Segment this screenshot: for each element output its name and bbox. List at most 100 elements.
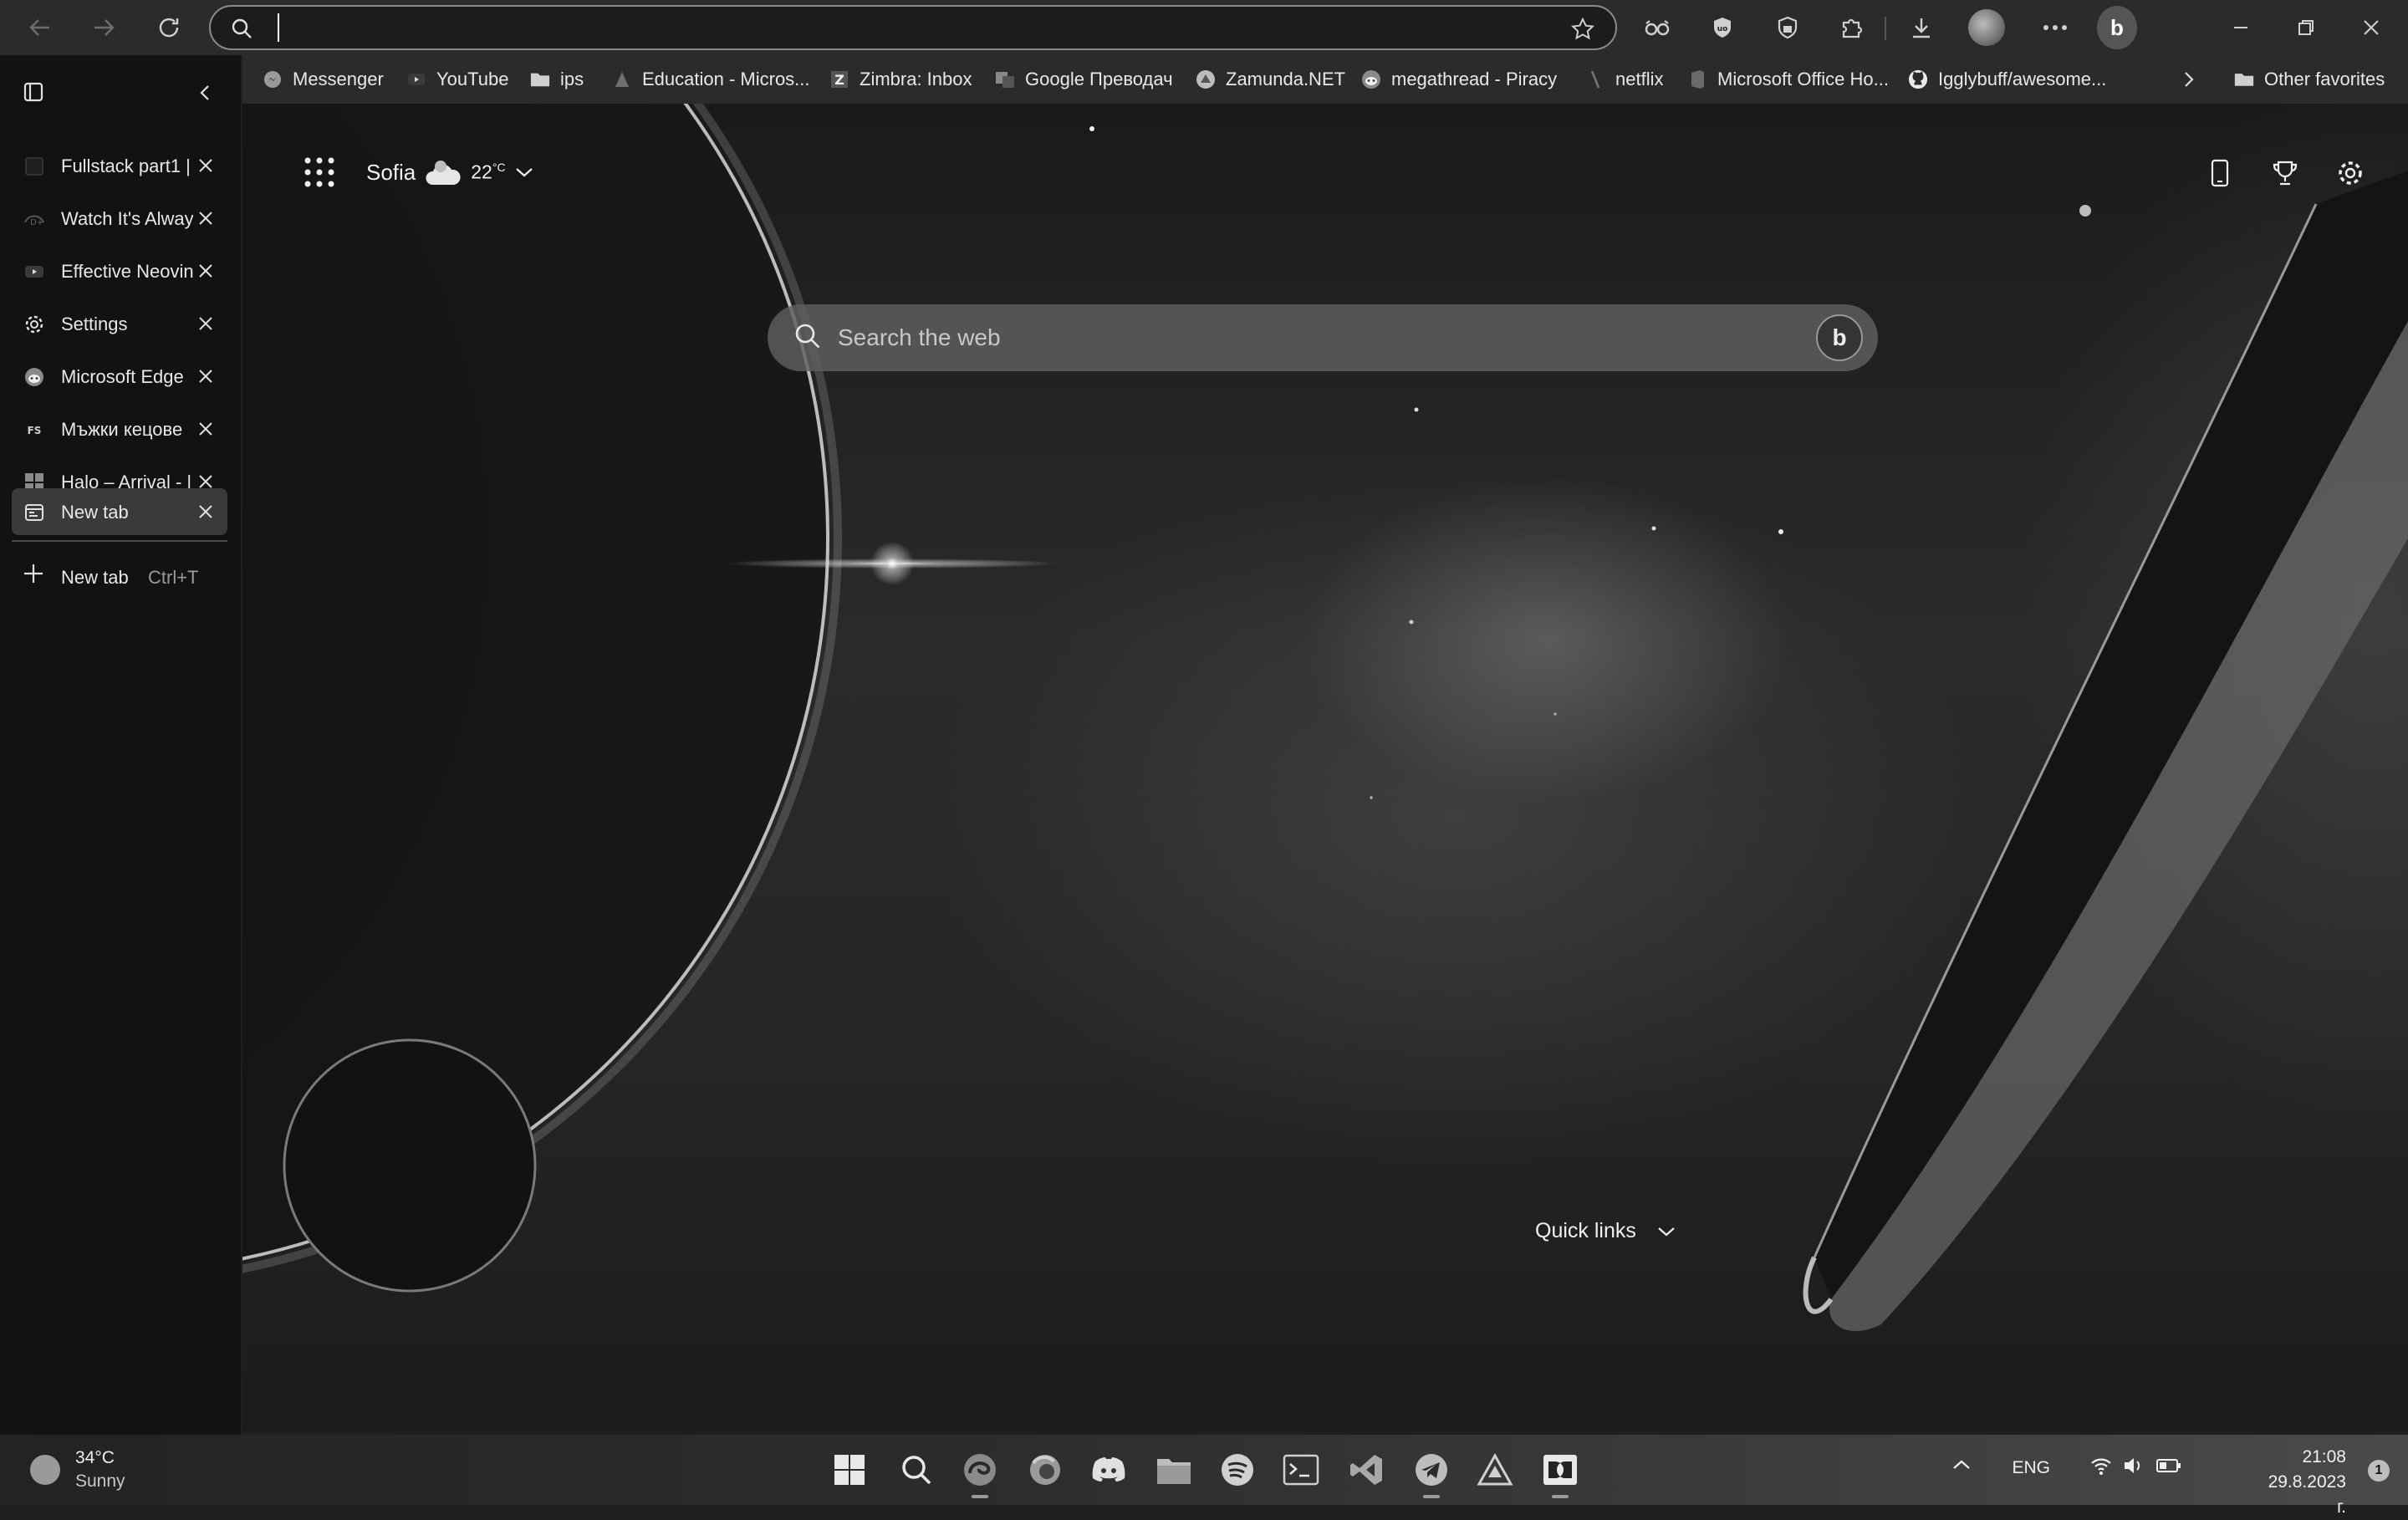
restore-button[interactable] [2286,8,2326,48]
taskbar-firefox[interactable] [1025,1450,1065,1490]
tab-fullstack[interactable]: Fullstack part1 | [12,142,227,189]
web-search-box[interactable]: Search the web b [768,304,1878,371]
address-input[interactable] [278,13,1532,42]
favorite-zamunda[interactable]: Zamunda.NET [1196,55,1345,104]
favorite-github[interactable]: Igglybuff/awesome... [1908,55,2106,104]
vscode-icon [1350,1455,1382,1485]
taskbar-weather-temp: 34°C [75,1448,115,1467]
close-tab-button[interactable] [194,154,217,177]
profile-button[interactable] [1967,8,2007,48]
favorite-google-translate[interactable]: Google Преводач [995,55,1173,104]
taskbar-terminal[interactable] [1281,1450,1321,1490]
puzzle-icon [1842,18,1863,38]
new-tab-button[interactable]: New tab Ctrl+T [12,553,227,597]
tab-label: Fullstack part1 | [61,156,191,176]
downloads-button[interactable] [1901,8,1941,48]
other-favorites[interactable]: Other favorites [2234,55,2385,104]
bing-icon: b [2097,6,2137,49]
close-icon [199,317,212,330]
refresh-icon [159,18,179,38]
chevron-down-icon[interactable] [514,166,534,179]
close-window-button[interactable] [2351,8,2391,48]
extension-bitwarden-button[interactable] [1768,8,1808,48]
wifi-button[interactable] [2090,1455,2112,1477]
close-tab-button[interactable] [194,259,217,283]
language-indicator[interactable]: ENG [2012,1458,2050,1478]
tab-label: Мъжки кецове [61,419,183,440]
tab-new-tab-active[interactable]: New tab [12,488,227,535]
favorite-education[interactable]: Education - Micros... [612,55,810,104]
extension-glasses-button[interactable] [1637,8,1677,48]
close-tab-button[interactable] [194,500,217,523]
extension-ublock-button[interactable]: uo [1702,8,1742,48]
tab-settings[interactable]: Settings [12,300,227,347]
favorite-ips[interactable]: ips [530,55,584,104]
new-tab-shortcut: Ctrl+T [148,567,199,588]
page-settings-button[interactable] [2333,156,2368,191]
favorite-office[interactable]: Microsoft Office Ho... [1687,55,1889,104]
collapse-pane-button[interactable] [192,80,217,105]
tab-disney[interactable]: D+ Watch It's Alway [12,195,227,242]
favorite-messenger[interactable]: Messenger [263,55,384,104]
tab-effective-neovim[interactable]: Effective Neovin [12,247,227,294]
restore-icon [2298,20,2314,35]
phone-sync-button[interactable] [2202,156,2237,191]
close-tab-button[interactable] [194,312,217,335]
glasses-icon [1645,20,1670,36]
tab-microsoft-edge[interactable]: Microsoft Edge [12,353,227,400]
edge-icon [964,1454,996,1486]
forward-button[interactable] [84,8,124,48]
favorite-netflix[interactable]: netflix [1585,55,1663,104]
rewards-button[interactable] [2268,156,2303,191]
show-hidden-icons-button[interactable] [1951,1456,1972,1473]
folder-icon [530,69,550,89]
taskbar-discord[interactable] [1089,1450,1129,1490]
refresh-button[interactable] [149,8,189,48]
favorite-label: ips [560,69,584,89]
taskbar-app-triangle[interactable] [1475,1450,1515,1490]
taskbar-dolby[interactable] [1540,1450,1580,1498]
taskbar-telegram[interactable] [1411,1450,1451,1498]
minimize-button[interactable] [2221,8,2261,48]
running-indicator [1423,1495,1440,1498]
tab-actions-button[interactable] [20,79,47,105]
settings-more-button[interactable] [2035,8,2075,48]
taskbar-file-explorer[interactable] [1154,1450,1194,1490]
taskbar-clock[interactable]: 21:08 29.8.2023 г. [2268,1445,2346,1520]
bing-chat-button[interactable]: b [2097,6,2137,49]
back-button[interactable] [20,8,60,48]
start-button[interactable] [829,1450,870,1490]
close-tab-button[interactable] [194,365,217,388]
taskbar-spotify[interactable] [1217,1450,1258,1490]
bing-chat-icon[interactable]: b [1816,314,1863,361]
notification-count: 1 [2375,1463,2383,1477]
taskbar-edge[interactable] [960,1450,1000,1498]
close-tab-button[interactable] [194,207,217,230]
search-icon [232,18,252,38]
close-tab-button[interactable] [194,417,217,441]
close-icon [199,370,212,383]
quick-links-toggle[interactable]: Quick links [1535,1219,1676,1243]
weather-widget[interactable]: Sofia 22°C [366,154,534,191]
favorite-megathread[interactable]: megathread - Piracy [1361,55,1557,104]
volume-button[interactable] [2122,1455,2144,1477]
favorite-star-icon[interactable] [1570,17,1595,42]
taskbar-search-button[interactable] [896,1450,936,1490]
app-launcher-button[interactable] [303,156,336,189]
tabs-divider [12,540,227,542]
favorite-zimbra[interactable]: Z Zimbra: Inbox [829,55,972,104]
phone-icon [2211,159,2229,187]
tab-fashion-store[interactable]: FS Мъжки кецове [12,406,227,452]
taskbar-weather-widget[interactable]: 34°C Sunny [30,1446,125,1493]
favorite-label: Microsoft Office Ho... [1717,69,1889,89]
notifications-badge[interactable]: 1 [2368,1460,2390,1482]
chevron-up-icon [1953,1460,1970,1469]
taskbar-vscode[interactable] [1346,1450,1386,1490]
more-favorites-button[interactable] [2181,55,2197,104]
address-bar[interactable] [209,5,1617,50]
messenger-icon [263,69,283,89]
favorite-youtube[interactable]: YouTube [406,55,508,104]
extensions-button[interactable] [1831,8,1871,48]
dolby-icon [1543,1455,1577,1485]
battery-button[interactable] [2155,1455,2182,1477]
